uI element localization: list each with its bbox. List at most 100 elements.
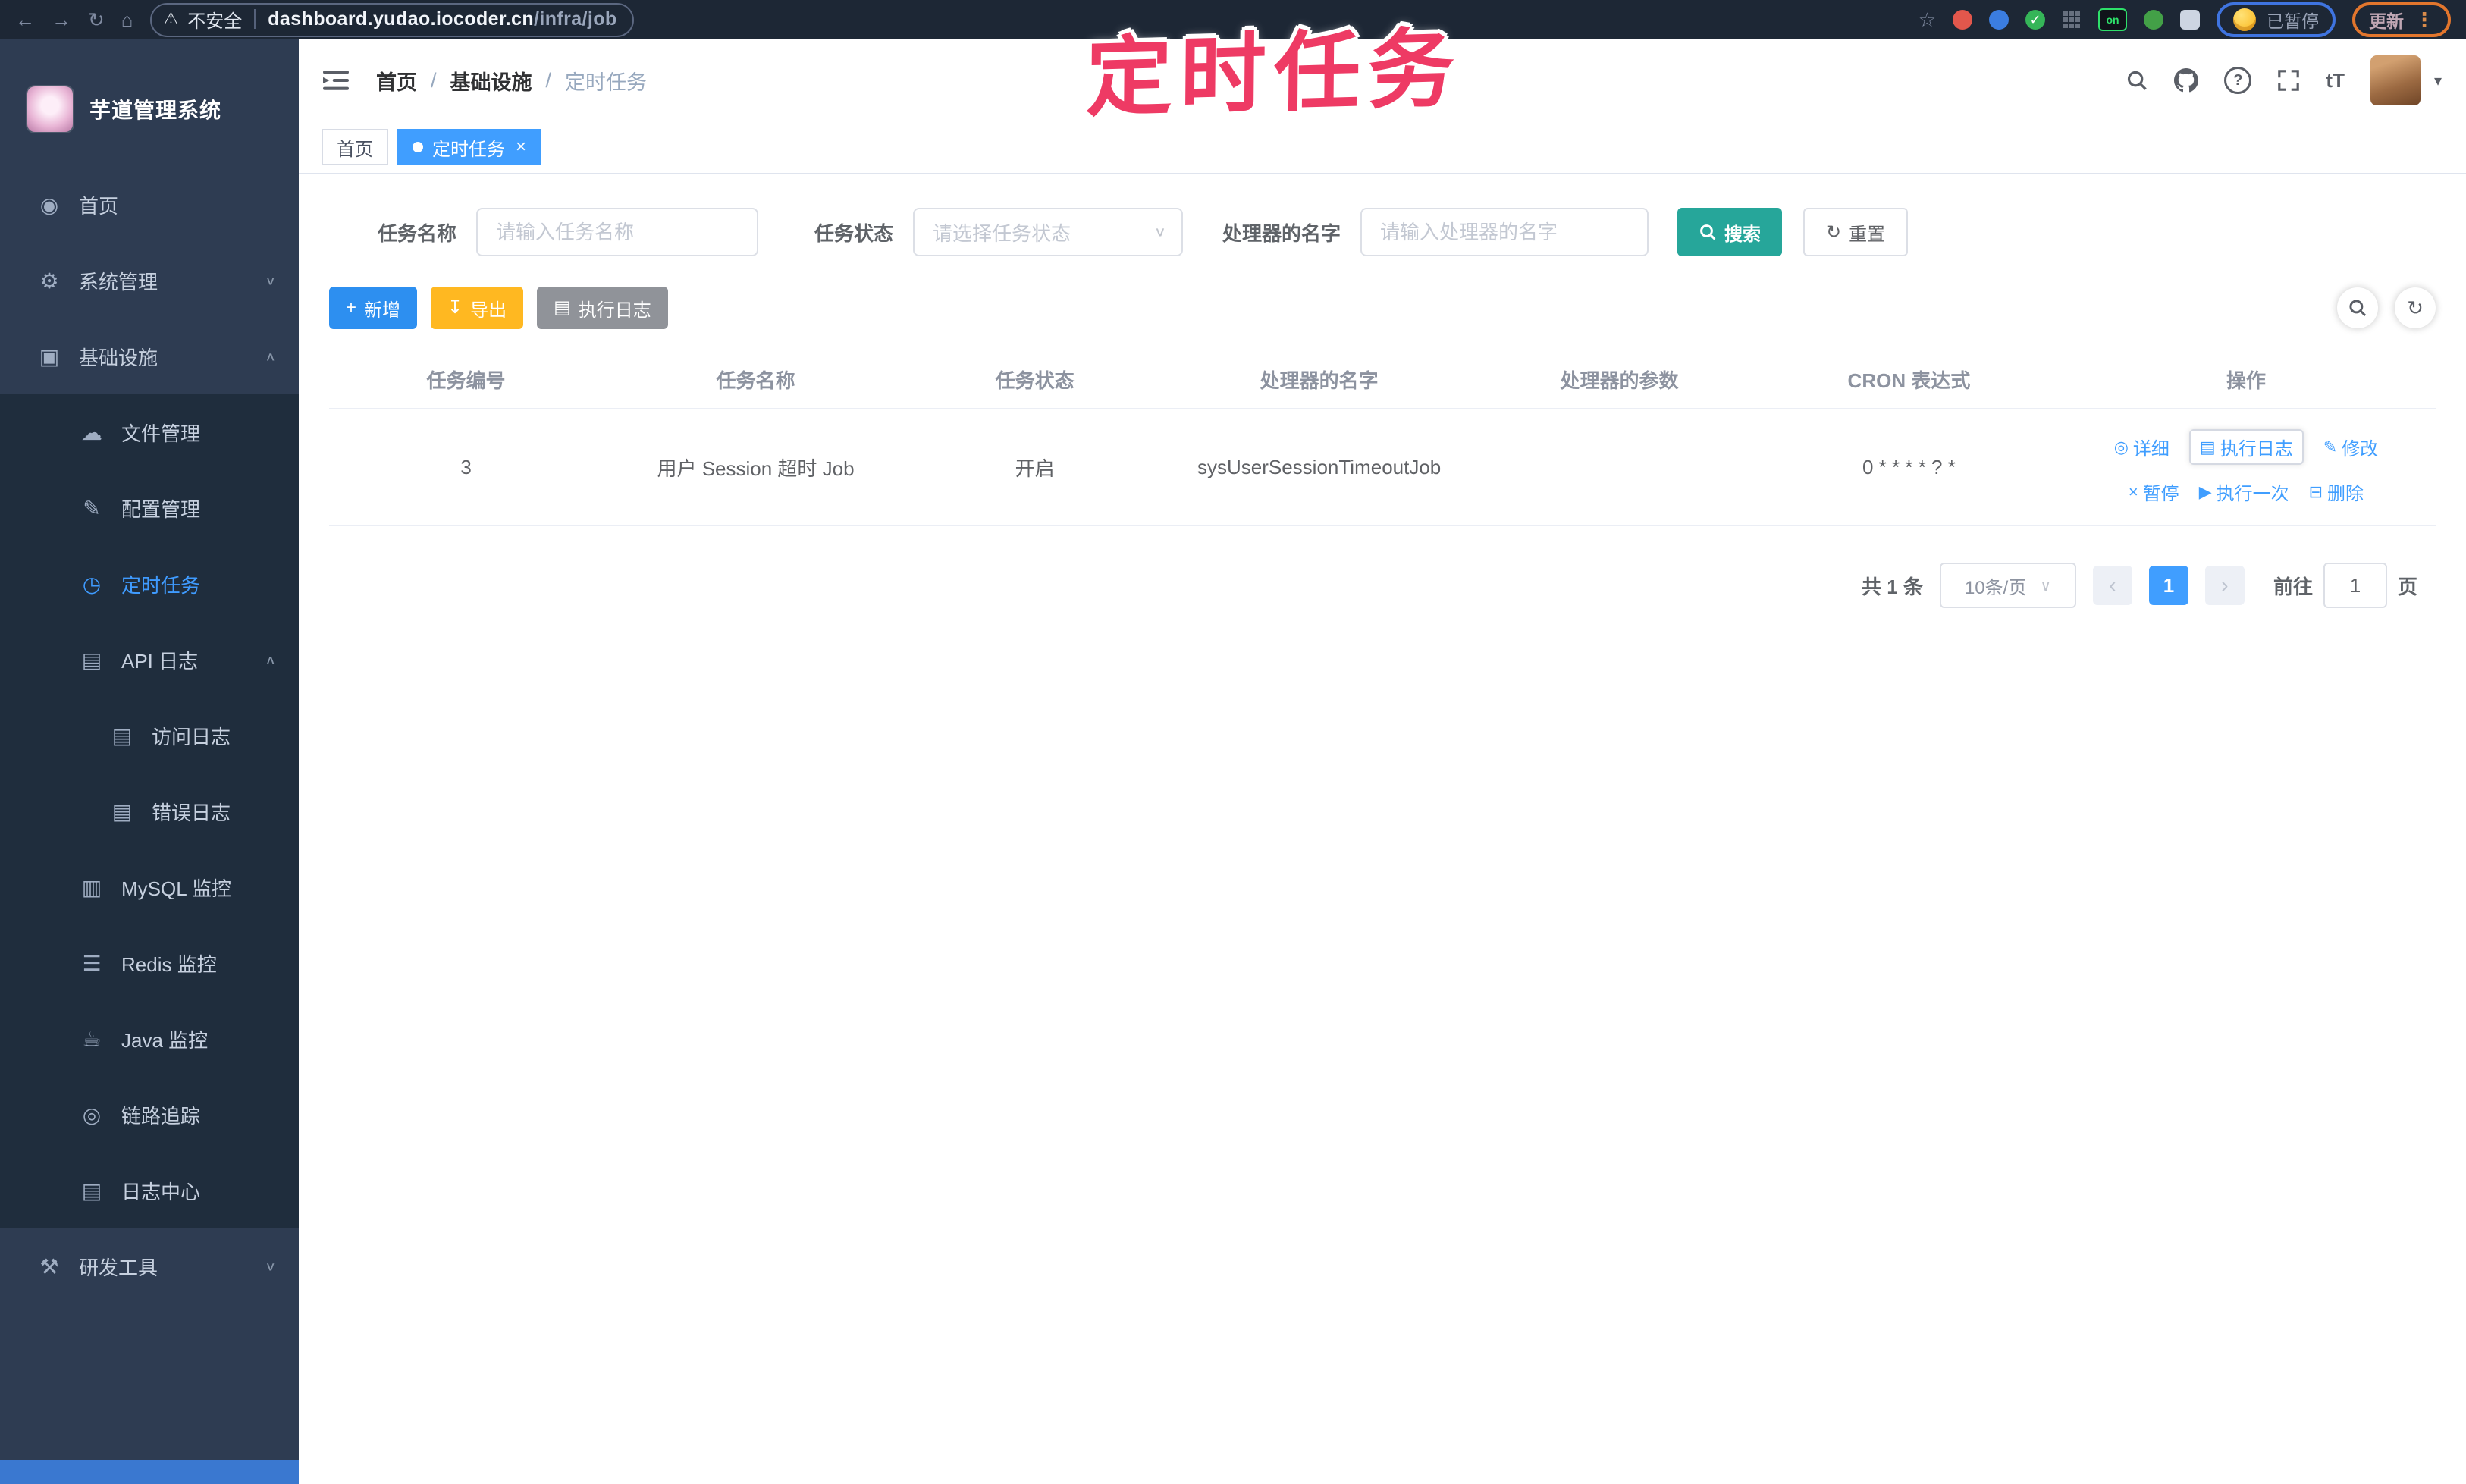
trash-icon: ⊟ <box>2308 482 2323 501</box>
emoji-avatar-icon[interactable] <box>2233 8 2256 31</box>
address-bar[interactable]: ⚠ 不安全 dashboard.yudao.iocoder.cn/infra/j… <box>149 2 634 37</box>
screen: 定时任务 ← → ↻ ⌂ ⚠ 不安全 dashboard.yudao.iocod… <box>0 0 2466 1484</box>
chevron-down-icon: ∨ <box>265 274 276 288</box>
edit-icon: ✎ <box>83 496 101 520</box>
add-button-label: 新增 <box>364 300 401 321</box>
sidebar-collapse-icon[interactable] <box>323 69 349 92</box>
refresh-button[interactable]: ↻ <box>2395 287 2436 328</box>
search-icon[interactable] <box>2126 69 2148 92</box>
next-page-button[interactable]: › <box>2204 566 2245 605</box>
delete-link[interactable]: ⊟ 删除 <box>2309 478 2364 505</box>
tag-scheduled-jobs[interactable]: 定时任务 × <box>397 129 542 165</box>
page-size-select[interactable]: 10条/页 ∨ <box>1939 563 2076 608</box>
sidebar-item-system-mgmt[interactable]: ⚙ 系统管理 ∨ <box>0 243 299 318</box>
top-navbar: 首页 / 基础设施 / 定时任务 ? tT ▾ <box>299 39 2466 121</box>
sidebar-logo[interactable]: 芋道管理系统 <box>0 39 299 167</box>
user-avatar[interactable] <box>2370 55 2421 105</box>
sidebar-item-label: 基础设施 <box>79 346 158 369</box>
sidebar-item-label: Redis 监控 <box>121 952 217 976</box>
extension-icon-blue[interactable] <box>1989 10 2009 30</box>
bookmark-star-icon[interactable]: ☆ <box>1919 10 1936 30</box>
chevron-down-icon: ∨ <box>2040 577 2051 595</box>
extension-icon-grid[interactable] <box>2062 10 2082 30</box>
eye-icon: ◎ <box>82 1103 102 1127</box>
browser-back-button[interactable]: ← <box>15 10 35 30</box>
job-status-select[interactable]: 请选择任务状态 ∨ <box>913 208 1184 256</box>
sidebar-item-label: Java 监控 <box>121 1028 209 1052</box>
extension-icon-red[interactable] <box>1953 10 1972 30</box>
add-button[interactable]: + 新增 <box>329 287 418 329</box>
edit-link[interactable]: ✎ 修改 <box>2323 434 2378 460</box>
browser-home-button[interactable]: ⌂ <box>121 10 133 30</box>
col-cron: CRON 表达式 <box>1761 350 2057 409</box>
handler-name-input[interactable] <box>1360 208 1649 256</box>
sidebar-item-file-mgmt[interactable]: ☁ 文件管理 <box>0 394 299 470</box>
page-size-value: 10条/页 <box>1964 577 2027 598</box>
current-page-button[interactable]: 1 <box>2148 566 2188 605</box>
sidebar-item-error-log[interactable]: ▤ 错误日志 <box>0 773 299 849</box>
sidebar-item-redis-monitor[interactable]: ☰ Redis 监控 <box>0 925 299 1001</box>
sidebar-item-log-center[interactable]: ▤ 日志中心 <box>0 1153 299 1228</box>
log-icon: ▤ <box>111 799 133 824</box>
sidebar-item-home[interactable]: ◉ 首页 <box>0 167 299 243</box>
table-row: 3 用户 Session 超时 Job 开启 sysUserSessionTim… <box>329 409 2436 526</box>
url-domain: dashboard.yudao.iocoder.cn <box>268 8 534 30</box>
log-icon: ▤ <box>2199 437 2216 456</box>
breadcrumb-home[interactable]: 首页 <box>376 66 417 96</box>
breadcrumb-infrastructure[interactable]: 基础设施 <box>450 66 532 96</box>
search-toggle-button[interactable] <box>2337 287 2378 328</box>
search-button[interactable]: 搜索 <box>1677 208 1783 256</box>
sidebar-item-config-mgmt[interactable]: ✎ 配置管理 <box>0 470 299 546</box>
sidebar-item-dev-tools[interactable]: ⚒ 研发工具 ∨ <box>0 1228 299 1304</box>
help-icon[interactable]: ? <box>2224 67 2252 94</box>
sidebar: 芋道管理系统 ◉ 首页 ⚙ 系统管理 ∨ ▣ 基础设施 ∧ ☁ 文件管理 ✎ 配… <box>0 39 299 1484</box>
github-icon[interactable] <box>2174 68 2199 93</box>
prev-page-button[interactable]: ‹ <box>2092 566 2132 605</box>
sidebar-menu: ◉ 首页 ⚙ 系统管理 ∨ ▣ 基础设施 ∧ ☁ 文件管理 ✎ 配置管理 ◷ 定… <box>0 167 299 1304</box>
extensions-puzzle-icon[interactable] <box>2180 10 2200 30</box>
browser-forward-button[interactable]: → <box>52 10 71 30</box>
tag-home[interactable]: 首页 <box>322 129 388 165</box>
detail-link[interactable]: ◎ 详细 <box>2114 434 2170 460</box>
job-name-input[interactable] <box>476 208 759 256</box>
refresh-icon: ↻ <box>1826 221 1842 243</box>
avatar-caret-icon[interactable]: ▾ <box>2434 71 2442 90</box>
extension-icon-green-check[interactable]: ✓ <box>2025 10 2045 30</box>
cell-handler-name: sysUserSessionTimeoutJob <box>1161 409 1477 526</box>
sidebar-item-tracing[interactable]: ◎ 链路追踪 <box>0 1077 299 1153</box>
sidebar-item-api-log[interactable]: ▤ API 日志 ∧ <box>0 622 299 698</box>
sidebar-item-java-monitor[interactable]: ☕ Java 监控 <box>0 1001 299 1077</box>
sidebar-item-label: 访问日志 <box>152 725 231 748</box>
run-once-link[interactable]: ▶ 执行一次 <box>2199 478 2289 505</box>
close-icon[interactable]: × <box>516 138 526 156</box>
log-icon: ▤ <box>111 723 133 748</box>
total-count: 共 1 条 <box>1862 575 1923 598</box>
font-size-icon[interactable]: tT <box>2326 69 2345 93</box>
goto-page-input[interactable] <box>2323 563 2387 608</box>
export-button[interactable]: ↧ 导出 <box>431 287 524 329</box>
breadcrumb-current: 定时任务 <box>565 71 648 94</box>
browser-update-button[interactable]: 更新 <box>2369 7 2404 33</box>
cell-job-status: 开启 <box>908 409 1162 526</box>
cell-handler-params <box>1476 409 1762 526</box>
sidebar-item-mysql-monitor[interactable]: ▥ MySQL 监控 <box>0 849 299 925</box>
sidebar-item-access-log[interactable]: ▤ 访问日志 <box>0 698 299 773</box>
reset-button[interactable]: ↻ 重置 <box>1803 208 1909 256</box>
browser-menu-kebab-icon[interactable]: ⋮ <box>2414 8 2434 32</box>
chevron-down-icon: ∨ <box>1153 224 1167 240</box>
sidebar-item-label: 首页 <box>79 194 119 218</box>
cloud-icon: ☁ <box>81 420 102 444</box>
sidebar-item-scheduled-jobs[interactable]: ◷ 定时任务 <box>0 546 299 622</box>
fullscreen-icon[interactable] <box>2277 69 2300 92</box>
row-exec-log-link[interactable]: ▤ 执行日志 <box>2188 429 2304 465</box>
extension-icon-green[interactable] <box>2144 10 2163 30</box>
sidebar-item-infrastructure[interactable]: ▣ 基础设施 ∧ <box>0 318 299 394</box>
browser-reload-button[interactable]: ↻ <box>88 10 105 30</box>
pagination: 共 1 条 10条/页 ∨ ‹ 1 › 前往 页 <box>329 563 2436 608</box>
exec-log-button[interactable]: ▤ 执行日志 <box>537 287 668 329</box>
paused-badge: 已暂停 <box>2267 11 2319 31</box>
toolbox-icon: ⚒ <box>39 1254 59 1278</box>
pause-link[interactable]: × 暂停 <box>2129 478 2179 505</box>
gear-icon: ⚙ <box>39 268 59 293</box>
extension-icon-on-badge[interactable]: on <box>2098 8 2127 31</box>
